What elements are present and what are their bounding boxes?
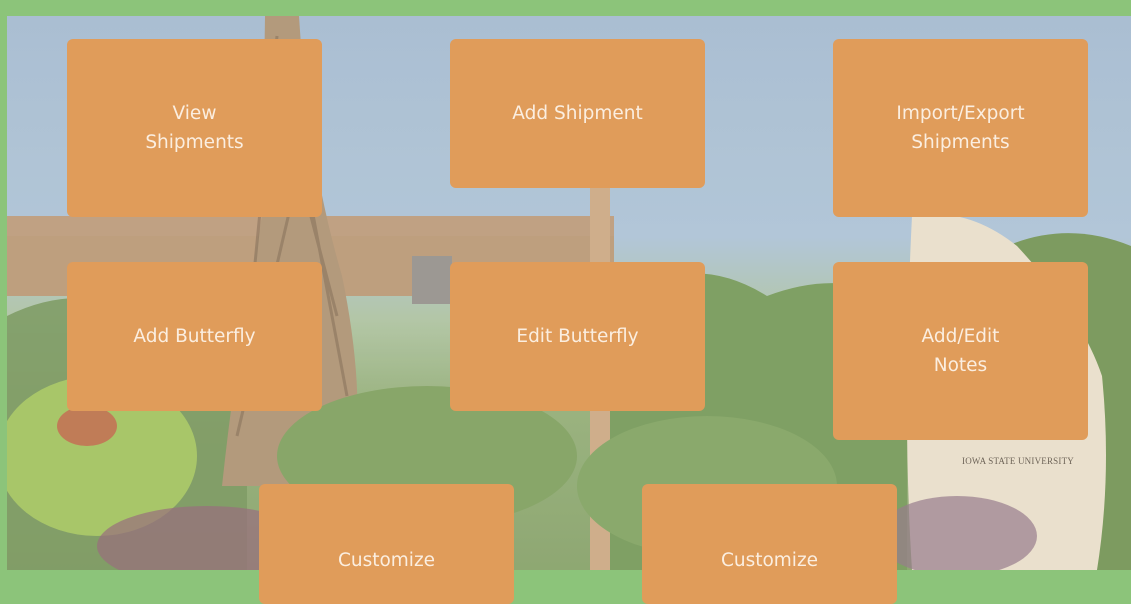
edit-butterfly-button[interactable]: Edit Butterfly [450, 262, 705, 411]
add-shipment-label: Add Shipment [512, 103, 643, 124]
add-shipment-button[interactable]: Add Shipment [450, 39, 705, 188]
add-butterfly-label: Add Butterfly [133, 326, 256, 347]
import-export-shipments-button[interactable]: Import/Export Shipments [833, 39, 1088, 217]
customize-button-1[interactable]: Customize [259, 484, 514, 604]
import-export-shipments-label: Import/Export Shipments [896, 103, 1025, 153]
sign-text: IOWA STATE UNIVERSITY [962, 456, 1074, 466]
edit-butterfly-label: Edit Butterfly [516, 326, 639, 347]
view-shipments-button[interactable]: View Shipments [67, 39, 322, 217]
add-edit-notes-label: Add/Edit Notes [921, 326, 1000, 376]
view-shipments-label: View Shipments [145, 103, 244, 153]
customize-label-1: Customize [337, 550, 436, 571]
add-edit-notes-button[interactable]: Add/Edit Notes [833, 262, 1088, 440]
customize-label-2: Customize [720, 550, 819, 571]
customize-button-2[interactable]: Customize [642, 484, 897, 604]
add-butterfly-button[interactable]: Add Butterfly [67, 262, 322, 411]
